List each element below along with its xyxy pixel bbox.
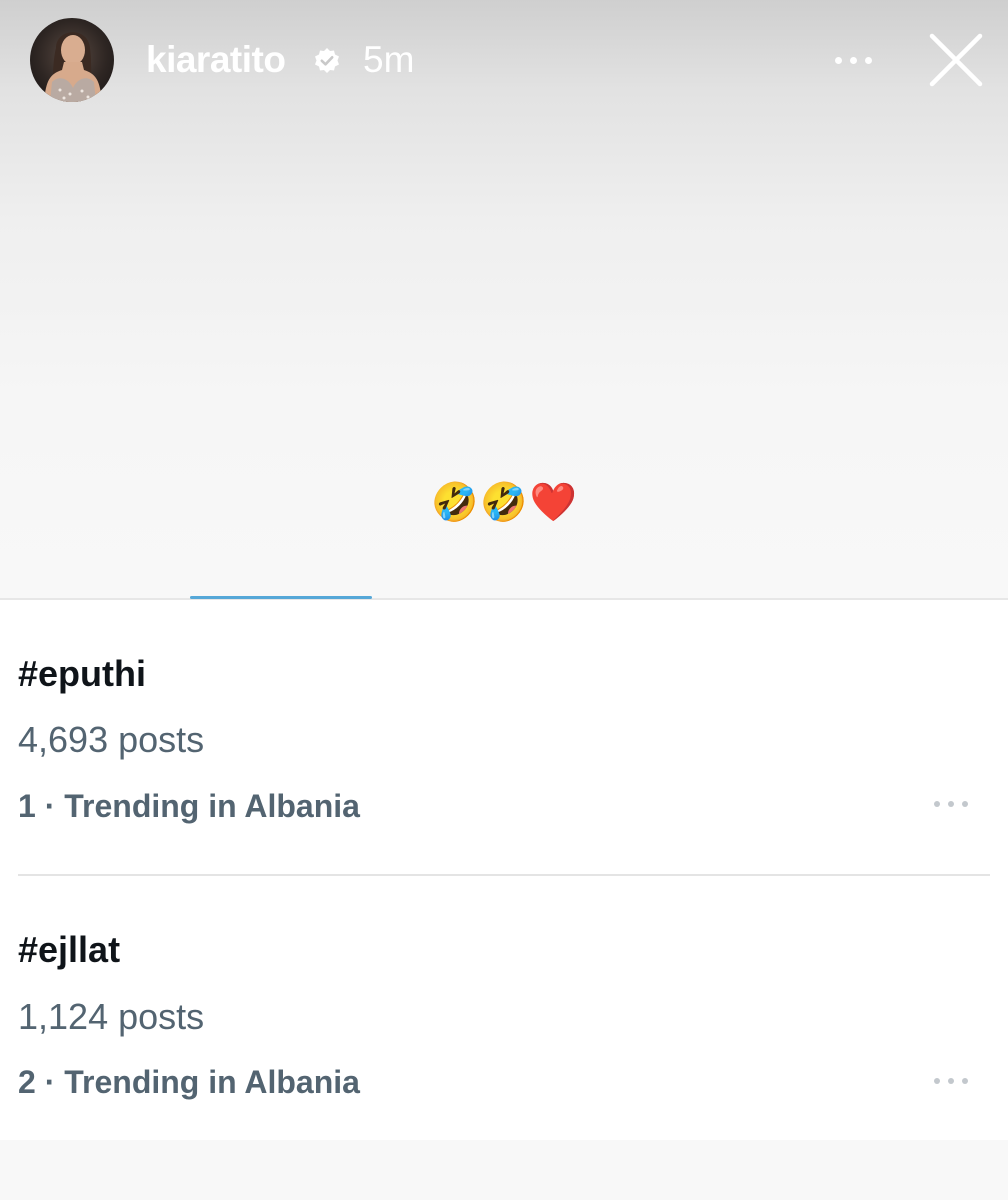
- trend-more-button[interactable]: [930, 794, 972, 814]
- close-button[interactable]: [928, 32, 984, 88]
- trend-hashtag[interactable]: #ejllat: [18, 928, 120, 972]
- tab-divider: [0, 598, 1008, 600]
- rofl-emoji: 🤣: [431, 482, 479, 524]
- avatar[interactable]: [30, 18, 114, 102]
- trend-post-count: 4,693 posts: [18, 719, 205, 760]
- more-options-button[interactable]: [826, 44, 882, 76]
- story-bottom-area: [0, 1140, 1008, 1200]
- story-caption: 🤣 🤣 ❤️: [0, 476, 1008, 530]
- avatar-image: [44, 32, 102, 102]
- red-heart-emoji: ❤️: [529, 482, 577, 524]
- trend-divider: [18, 874, 990, 876]
- rofl-emoji: 🤣: [480, 482, 528, 524]
- trend-more-button[interactable]: [930, 1071, 972, 1091]
- username[interactable]: kiaratito: [146, 38, 286, 82]
- close-icon: [929, 33, 983, 87]
- trend-rank-location: 1 · Trending in Albania: [18, 788, 360, 824]
- trend-rank-location: 2 · Trending in Albania: [18, 1064, 360, 1100]
- verified-badge-icon: [315, 48, 339, 73]
- story-header: kiaratito 5m: [0, 0, 1008, 120]
- trend-post-count: 1,124 posts: [18, 996, 205, 1037]
- trend-hashtag[interactable]: #eputhi: [18, 652, 146, 696]
- post-timestamp: 5m: [363, 39, 415, 80]
- active-tab-indicator: [190, 596, 372, 599]
